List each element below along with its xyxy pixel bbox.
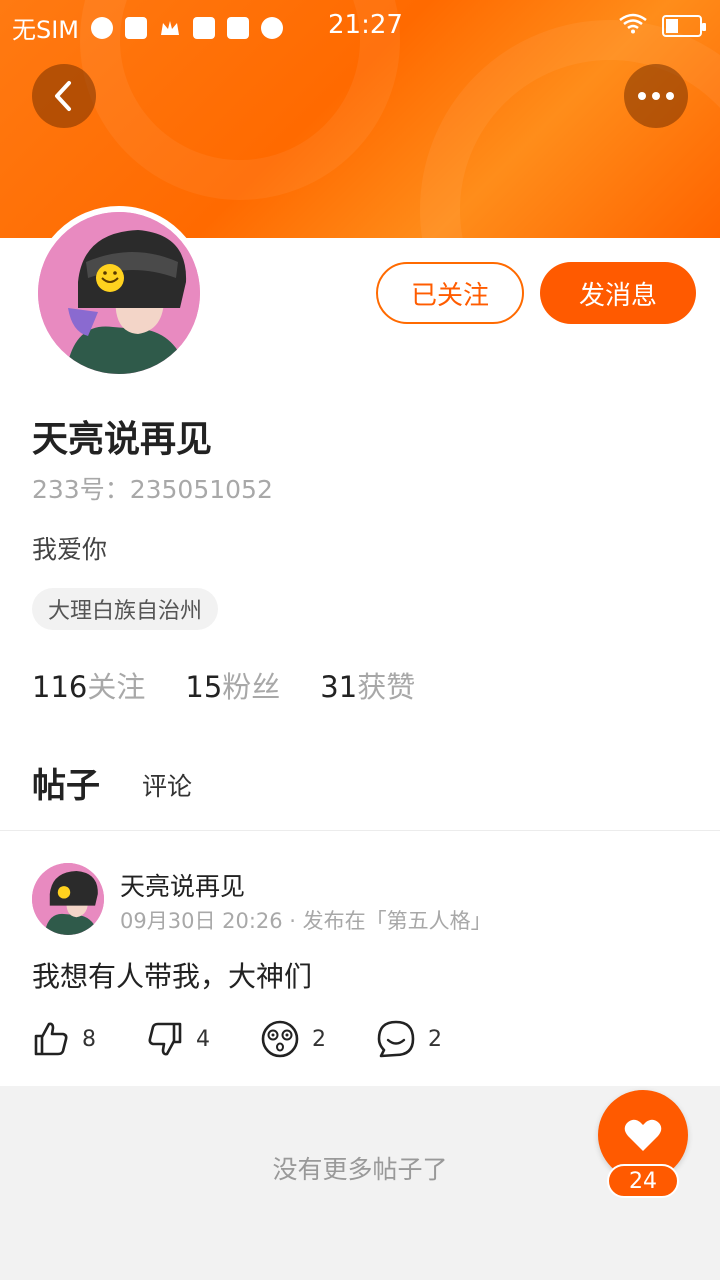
heart-icon [624, 1119, 662, 1151]
dislike-button[interactable]: 4 [146, 1019, 210, 1059]
dizzy-face-icon [261, 1020, 299, 1058]
like-button[interactable]: 8 [32, 1019, 96, 1059]
comment-count: 2 [428, 1026, 442, 1052]
thumbs-down-icon [148, 1022, 182, 1056]
mail-icon [227, 16, 250, 39]
tab-comments[interactable]: 评论 [142, 767, 192, 807]
reaction-button[interactable]: 2 [260, 1019, 326, 1059]
post-author-name[interactable]: 天亮说再见 [120, 867, 245, 903]
stat-number: 116 [32, 670, 88, 704]
followed-button[interactable]: 已关注 [376, 262, 524, 324]
stat-likes[interactable]: 31获赞 [320, 664, 415, 706]
content-tabs: 帖子 评论 [32, 758, 192, 853]
comment-button[interactable]: 2 [376, 1019, 442, 1059]
post-meta: 09月30日 20:26 · 发布在「第五人格」 [120, 909, 492, 933]
stat-number: 15 [185, 670, 223, 704]
send-message-button[interactable]: 发消息 [540, 262, 696, 324]
post-actions: 8 4 2 2 [32, 1019, 442, 1059]
like-total-badge: 24 [607, 1164, 679, 1198]
battery-icon [662, 15, 706, 37]
thumbs-up-icon [34, 1022, 68, 1056]
user-id: 233号：235051052 [32, 475, 273, 504]
dislike-count: 4 [196, 1026, 210, 1052]
avatar[interactable] [32, 206, 206, 380]
location-tag: 大理白族自治州 [32, 588, 219, 630]
stat-label: 粉丝 [222, 670, 281, 704]
post-card[interactable]: 天亮说再见 09月30日 20:26 · 发布在「第五人格」 我想有人带我，大神… [0, 831, 720, 1086]
wifi-icon [618, 12, 648, 40]
stat-label: 获赞 [357, 670, 416, 704]
chevron-left-icon [55, 81, 71, 111]
avatar-image [32, 863, 104, 935]
crown-icon [159, 17, 181, 39]
profile-stats: 116关注 15粉丝 31获赞 [32, 664, 415, 706]
stat-number: 31 [320, 670, 358, 704]
tab-label: 帖子 [32, 766, 100, 806]
shop-icon [125, 16, 148, 39]
stat-label: 关注 [87, 670, 146, 704]
more-options-button[interactable] [624, 64, 688, 128]
profile-card: 已关注 发消息 天亮说再见 233号：235051052 我爱你 大理白族自治州… [0, 206, 720, 853]
stat-followers[interactable]: 15粉丝 [185, 664, 280, 706]
profile-name: 天亮说再见 [32, 419, 213, 460]
more-dots-icon [638, 92, 674, 100]
post-text[interactable]: 我想有人带我，大神们 [32, 955, 312, 995]
stat-following[interactable]: 116关注 [32, 664, 145, 706]
reaction-count: 2 [312, 1026, 326, 1052]
post-author-avatar[interactable] [32, 863, 104, 935]
browser-icon [91, 16, 114, 39]
video-icon [261, 16, 284, 39]
carrier-label: 无SIM [12, 16, 80, 44]
tab-posts[interactable]: 帖子 [32, 758, 100, 853]
bag-icon [193, 16, 216, 39]
back-button[interactable] [32, 64, 96, 128]
avatar-image [38, 212, 200, 374]
user-bio: 我爱你 [32, 535, 108, 564]
like-count: 8 [82, 1026, 96, 1052]
status-bar: 无SIM 21:27 [0, 0, 720, 50]
comment-icon [377, 1020, 415, 1058]
clock: 21:27 [328, 10, 403, 40]
